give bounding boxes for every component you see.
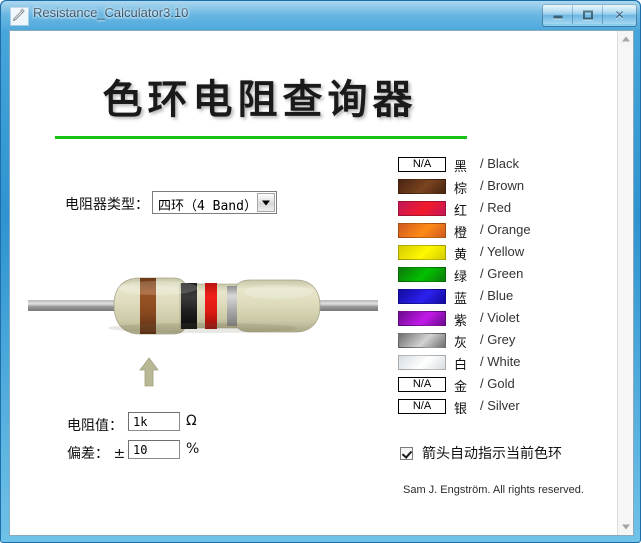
legend-swatch[interactable] [398, 245, 446, 260]
copyright-notice: Sam J. Engström. All rights reserved. [403, 484, 584, 496]
legend-label-en: / Yellow [480, 244, 525, 259]
legend-row[interactable]: N/A 金 / Gold [398, 375, 598, 397]
resistance-value: 1k [133, 415, 148, 429]
legend-label-cn: 灰 [454, 336, 468, 351]
legend-row[interactable]: 白 / White [398, 353, 598, 375]
resistance-unit: Ω [186, 413, 197, 429]
legend-label-en: / Brown [480, 178, 525, 193]
legend-label-en: / Violet [480, 310, 520, 325]
title-divider [55, 136, 467, 139]
legend-swatch[interactable] [398, 333, 446, 348]
legend-swatch[interactable] [398, 289, 446, 304]
legend-swatch[interactable] [398, 355, 446, 370]
content-canvas: 色环电阻查询器 电阻器类型： 四环（4 Band） 电阻值： 1k Ω 偏差： … [10, 31, 618, 535]
auto-arrow-label: 箭头自动指示当前色环 [422, 446, 562, 462]
legend-label-en: / Green [480, 266, 524, 281]
legend-label-en: / Black [480, 156, 520, 171]
resistor-type-value: 四环（4 Band） [158, 199, 257, 214]
application-window: Resistance_Calculator3.10 ✕ 色环电阻查询器 电阻器类… [0, 0, 641, 543]
legend-label-cn: 橙 [454, 226, 468, 241]
close-button[interactable]: ✕ [603, 5, 636, 24]
resistance-input[interactable]: 1k [128, 412, 180, 431]
scroll-down-icon[interactable] [618, 519, 633, 535]
legend-label-cn: 黄 [454, 248, 468, 263]
legend-label-en: / Red [480, 200, 512, 215]
legend-swatch[interactable] [398, 223, 446, 238]
legend-label-cn: 蓝 [454, 292, 468, 307]
legend-label-en: / Gold [480, 376, 515, 391]
legend-label-cn: 绿 [454, 270, 468, 285]
maximize-button[interactable] [573, 5, 603, 24]
vertical-scrollbar[interactable] [617, 31, 633, 535]
legend-row[interactable]: 红 / Red [398, 199, 598, 221]
legend-swatch[interactable] [398, 201, 446, 216]
legend-label-en: / Grey [480, 332, 516, 347]
resistor-band-3 [205, 283, 217, 329]
legend-label-cn: 紫 [454, 314, 468, 329]
up-arrow-indicator [138, 356, 160, 388]
legend-row[interactable]: 黄 / Yellow [398, 243, 598, 265]
legend-row[interactable]: 灰 / Grey [398, 331, 598, 353]
legend-row[interactable]: N/A 黑 / Black [398, 155, 598, 177]
pencil-icon [10, 7, 29, 26]
scroll-up-icon[interactable] [618, 31, 633, 47]
legend-swatch[interactable]: N/A [398, 157, 446, 172]
legend-row[interactable]: N/A 银 / Silver [398, 397, 598, 419]
title-bar[interactable]: Resistance_Calculator3.10 ✕ [1, 1, 641, 29]
resistor-type-label: 电阻器类型： [65, 197, 149, 213]
client-area: 色环电阻查询器 电阻器类型： 四环（4 Band） 电阻值： 1k Ω 偏差： … [9, 30, 634, 536]
legend-label-en: / White [480, 354, 521, 369]
legend-row[interactable]: 橙 / Orange [398, 221, 598, 243]
resistor-type-select[interactable]: 四环（4 Band） [152, 191, 277, 214]
tolerance-input[interactable]: 10 [128, 440, 180, 459]
resistor-band-4 [227, 286, 237, 326]
chevron-down-icon[interactable] [257, 193, 275, 212]
legend-row[interactable]: 棕 / Brown [398, 177, 598, 199]
legend-label-cn: 黑 [454, 160, 468, 175]
legend-label-cn: 红 [454, 204, 468, 219]
scrollbar-track[interactable] [618, 47, 633, 519]
window-controls: ✕ [542, 4, 637, 27]
legend-swatch[interactable]: N/A [398, 377, 446, 392]
window-title: Resistance_Calculator3.10 [33, 5, 189, 20]
auto-arrow-option[interactable]: 箭头自动指示当前色环 [400, 443, 562, 463]
color-legend: N/A 黑 / Black 棕 / Brown 红 / Red 橙 / Orange 黄 / Yel… [398, 155, 598, 419]
resistance-label: 电阻值： [67, 418, 123, 434]
legend-swatch[interactable] [398, 179, 446, 194]
legend-label-cn: 金 [454, 380, 468, 395]
legend-label-cn: 棕 [454, 182, 468, 197]
legend-swatch[interactable] [398, 267, 446, 282]
legend-swatch[interactable] [398, 311, 446, 326]
legend-label-en: / Silver [480, 398, 520, 413]
tolerance-unit: % [186, 441, 200, 457]
legend-label-en: / Blue [480, 288, 514, 303]
close-icon: ✕ [614, 7, 625, 22]
legend-row[interactable]: 绿 / Green [398, 265, 598, 287]
legend-row[interactable]: 蓝 / Blue [398, 287, 598, 309]
resistor-illustration [28, 256, 378, 356]
legend-swatch[interactable]: N/A [398, 399, 446, 414]
minimize-button[interactable] [543, 5, 573, 24]
tolerance-value: 10 [133, 443, 148, 457]
legend-label-en: / Orange [480, 222, 531, 237]
legend-label-cn: 白 [454, 358, 468, 373]
page-title: 色环电阻查询器 [102, 76, 418, 123]
auto-arrow-checkbox[interactable] [400, 446, 413, 460]
legend-row[interactable]: 紫 / Violet [398, 309, 598, 331]
legend-label-cn: 银 [454, 402, 468, 417]
tolerance-label: 偏差： ± [67, 446, 126, 462]
